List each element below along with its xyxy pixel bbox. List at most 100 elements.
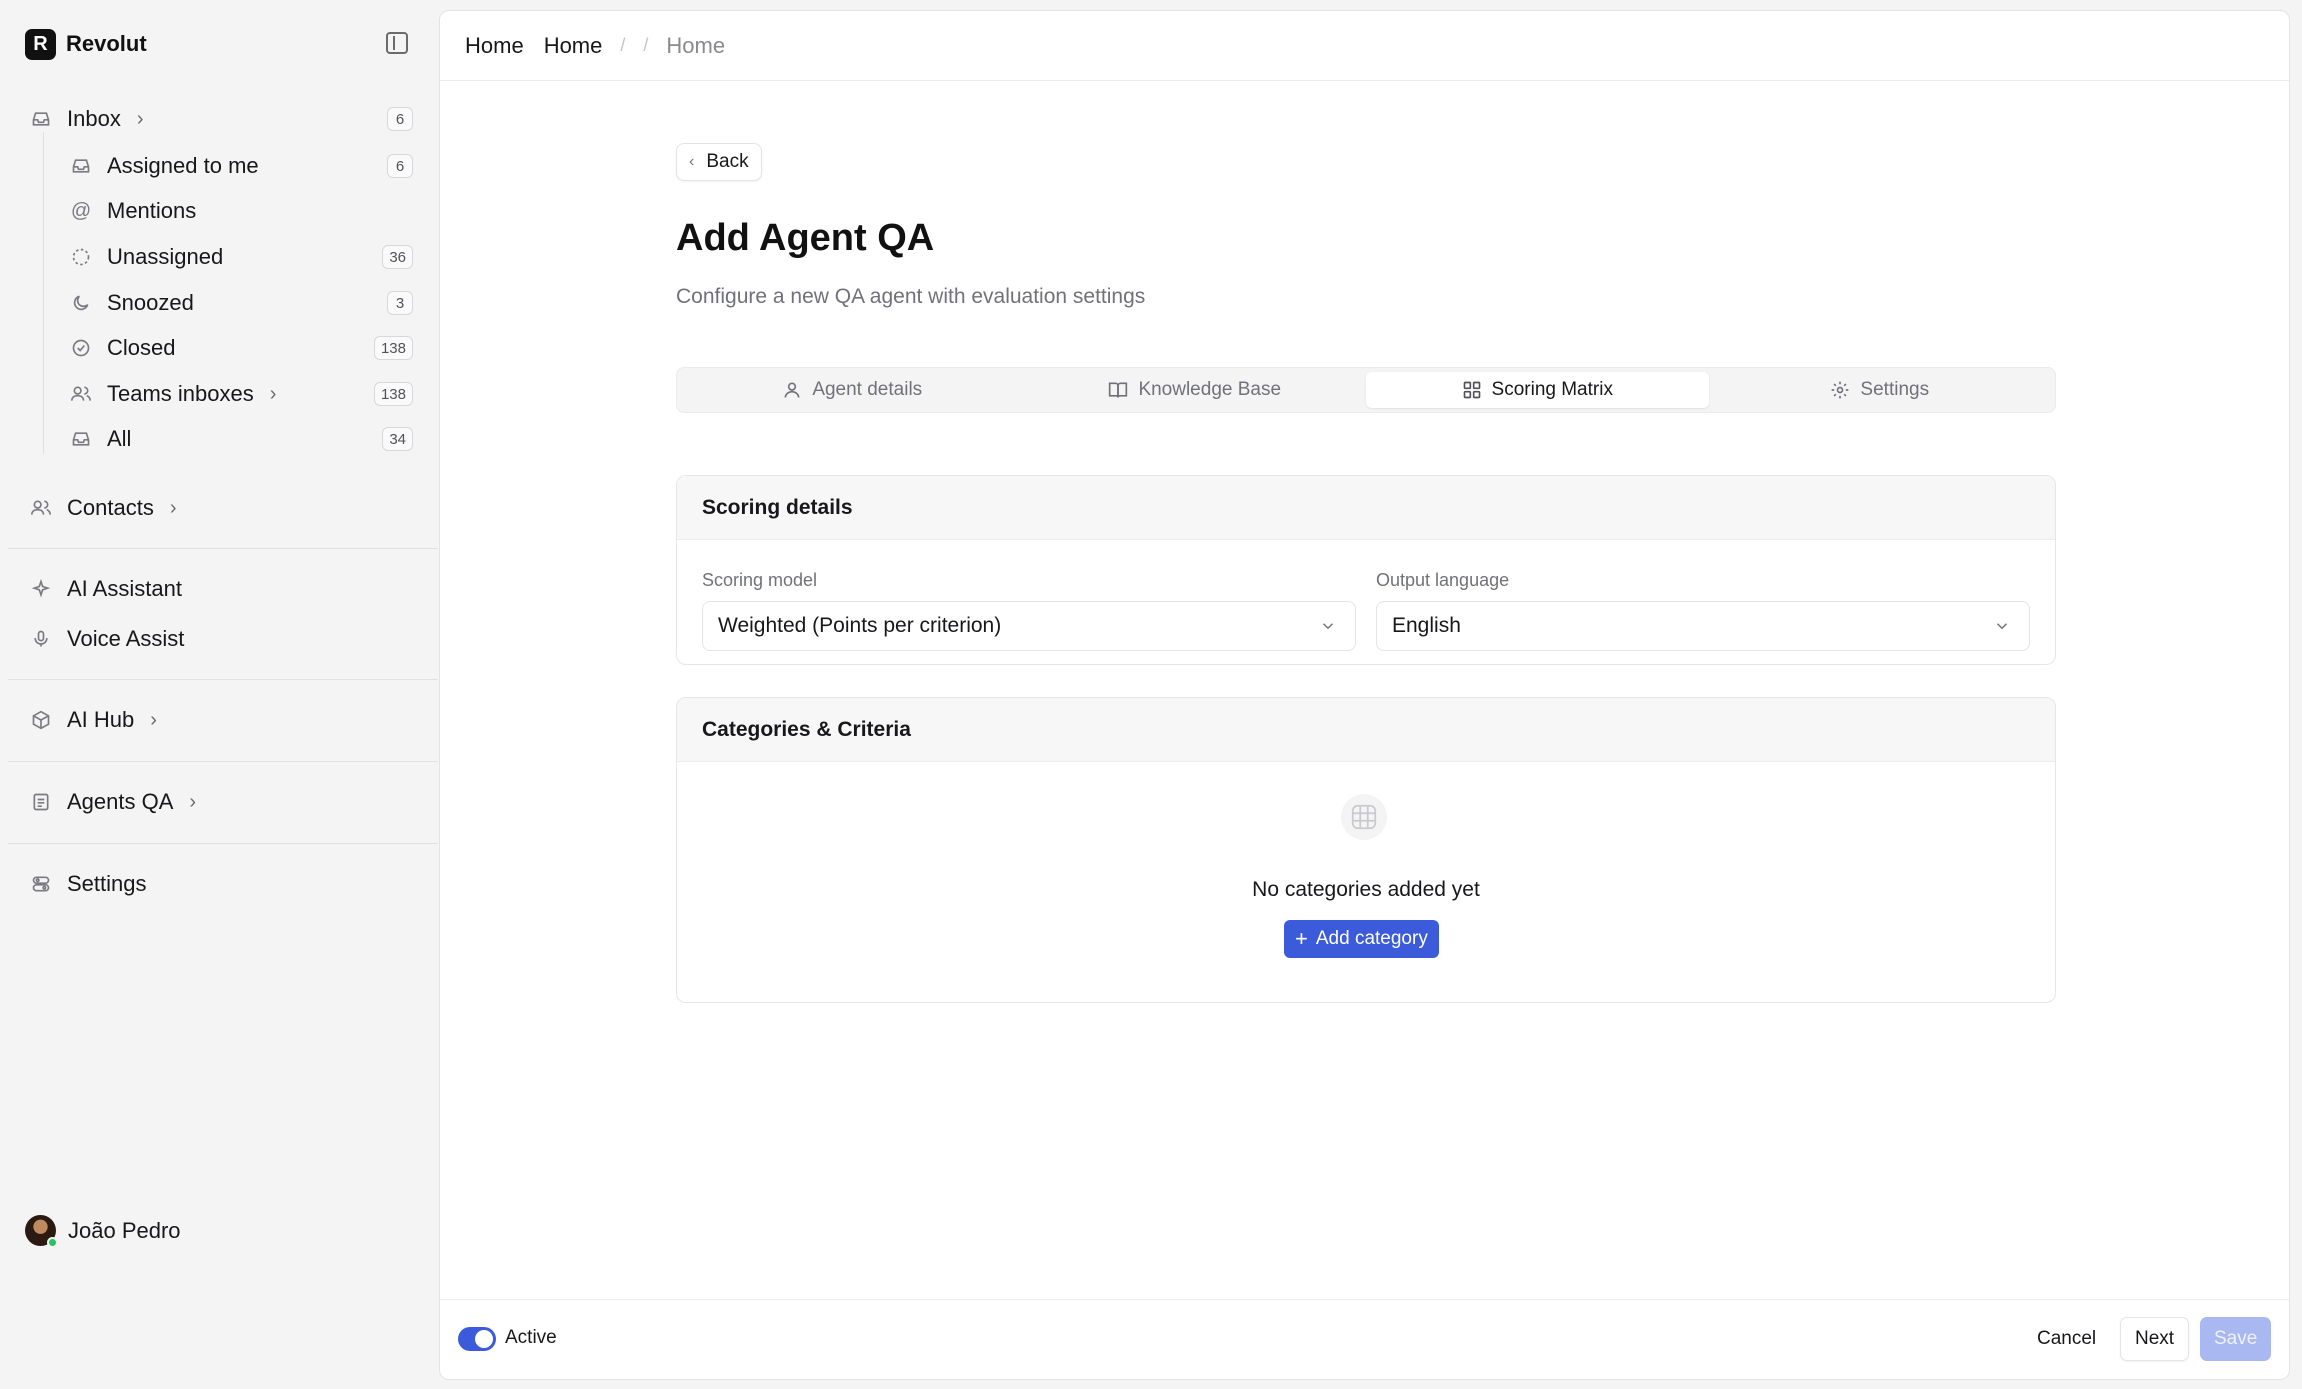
main-panel: Home Home / / Home ‹ Back Add Agent QA C… (439, 10, 2290, 1380)
add-category-button[interactable]: + Add category (1284, 920, 1439, 958)
sidebar-item-label: Assigned to me (107, 153, 259, 178)
scoring-model-select[interactable]: Weighted (Points per criterion) (702, 601, 1356, 651)
clipboard-list-icon (30, 791, 52, 813)
divider (8, 548, 438, 549)
sidebar-item-label: Settings (67, 871, 147, 896)
tab-knowledge-base[interactable]: Knowledge Base (1024, 372, 1367, 408)
sidebar-item-label: AI Assistant (67, 576, 182, 601)
gear-icon (1832, 381, 1849, 399)
count-badge: 138 (373, 382, 413, 406)
page-title: Add Agent QA (676, 217, 935, 259)
chevron-right-icon: › (169, 496, 177, 519)
chevron-down-icon (1996, 623, 2008, 630)
scoring-model-label: Scoring model (702, 570, 818, 590)
chevron-left-icon: ‹ (689, 153, 695, 170)
sidebar-item-label: Contacts (67, 495, 154, 520)
back-label: Back (706, 151, 749, 172)
empty-state-text: No categories added yet (1252, 878, 1480, 901)
moon-icon (70, 292, 92, 314)
footer-bar: Active Cancel Next Save (440, 1299, 2289, 1379)
grid-icon (1463, 381, 1480, 399)
count-badge: 3 (387, 291, 413, 315)
output-language-label: Output language (1376, 570, 1510, 590)
tab-label: Settings (1860, 379, 1930, 400)
check-circle-icon (70, 337, 92, 359)
user-name: João Pedro (68, 1217, 181, 1243)
sidebar-toggle-icon[interactable] (386, 32, 408, 54)
tab-scoring-matrix[interactable]: Scoring Matrix (1366, 372, 1709, 408)
users-icon (70, 383, 92, 405)
sidebar-item-label: Snoozed (107, 290, 194, 315)
sidebar: R Revolut Inbox › 6 Assigned to me 6 @ M… (0, 0, 438, 1389)
sidebar-item-settings[interactable]: Settings (30, 866, 430, 902)
avatar (25, 1215, 58, 1248)
revolut-logo: R (25, 28, 56, 60)
sidebar-item-label: All (107, 426, 132, 451)
add-category-label: Add category (1315, 928, 1428, 949)
sidebar-item-ai-hub[interactable]: AI Hub › (30, 702, 430, 738)
back-button[interactable]: ‹ Back (676, 143, 762, 181)
scoring-model-value: Weighted (Points per criterion) (718, 614, 1002, 637)
sidebar-item-voice-assist[interactable]: Voice Assist (30, 621, 430, 657)
tree-line (43, 132, 44, 454)
breadcrumb-item[interactable]: Home (544, 33, 603, 59)
card-title: Scoring details (677, 476, 2055, 540)
sidebar-item-ai-assistant[interactable]: AI Assistant (30, 571, 430, 607)
chevron-down-icon (1322, 623, 1334, 630)
brand[interactable]: R Revolut (25, 28, 147, 60)
sidebar-item-label: Closed (107, 335, 176, 360)
grid-placeholder-icon (1341, 794, 1387, 840)
cancel-button[interactable]: Cancel (2023, 1317, 2110, 1361)
breadcrumb-item[interactable]: Home (465, 33, 524, 59)
sidebar-item-label: Unassigned (107, 244, 224, 269)
chevron-right-icon: › (189, 790, 197, 813)
inbox-icon (70, 428, 92, 450)
sidebar-item-label: Agents QA (67, 789, 174, 814)
sidebar-item-label: Voice Assist (67, 626, 185, 651)
count-badge: 6 (387, 107, 413, 131)
tab-agent-details[interactable]: Agent details (681, 372, 1024, 408)
count-badge: 6 (387, 154, 413, 178)
inbox-icon (70, 155, 92, 177)
sidebar-item-agents-qa[interactable]: Agents QA › (30, 784, 430, 820)
user-profile[interactable]: João Pedro (25, 1215, 181, 1248)
divider (8, 761, 438, 762)
count-badge: 138 (373, 336, 413, 360)
microphone-icon (30, 628, 52, 650)
breadcrumb-separator: / (643, 35, 649, 55)
brand-name: Revolut (66, 31, 147, 56)
toggles-icon (30, 873, 52, 895)
sidebar-item-closed[interactable]: Closed 138 (70, 330, 430, 366)
tab-settings[interactable]: Settings (1709, 372, 2052, 408)
sidebar-item-all[interactable]: All 34 (70, 421, 430, 457)
output-language-value: English (1392, 614, 1461, 637)
tab-label: Agent details (812, 379, 923, 400)
divider (8, 679, 438, 680)
sidebar-item-snoozed[interactable]: Snoozed 3 (70, 285, 430, 321)
next-button[interactable]: Next (2120, 1317, 2190, 1361)
sidebar-item-contacts[interactable]: Contacts › (30, 490, 430, 526)
sidebar-item-mentions[interactable]: @ Mentions (70, 193, 430, 229)
sidebar-item-assigned-to-me[interactable]: Assigned to me 6 (70, 148, 430, 184)
breadcrumb-current: Home (666, 32, 726, 58)
dashed-circle-icon (70, 246, 92, 268)
chevron-right-icon: › (136, 107, 144, 130)
book-icon (1109, 382, 1128, 398)
cube-icon (30, 709, 52, 731)
sidebar-item-unassigned[interactable]: Unassigned 36 (70, 239, 430, 275)
save-button[interactable]: Save (2200, 1317, 2272, 1361)
sidebar-item-label: Teams inboxes (107, 381, 254, 406)
active-toggle-label: Active (505, 1327, 557, 1348)
scoring-details-card: Scoring details Scoring model Weighted (… (676, 475, 2056, 665)
count-badge: 36 (382, 245, 413, 269)
output-language-select[interactable]: English (1376, 601, 2030, 651)
categories-card: Categories & Criteria No categories adde… (676, 697, 2056, 1003)
active-toggle[interactable] (458, 1327, 496, 1351)
sidebar-item-inbox[interactable]: Inbox › 6 (30, 101, 430, 137)
inbox-icon (30, 108, 52, 130)
tab-bar: Agent details Knowledge Base Scoring Mat… (676, 367, 2056, 413)
online-status-icon (47, 1237, 58, 1248)
user-icon (784, 382, 800, 398)
plus-icon: + (1295, 926, 1308, 951)
sidebar-item-teams-inboxes[interactable]: Teams inboxes › 138 (70, 376, 430, 412)
